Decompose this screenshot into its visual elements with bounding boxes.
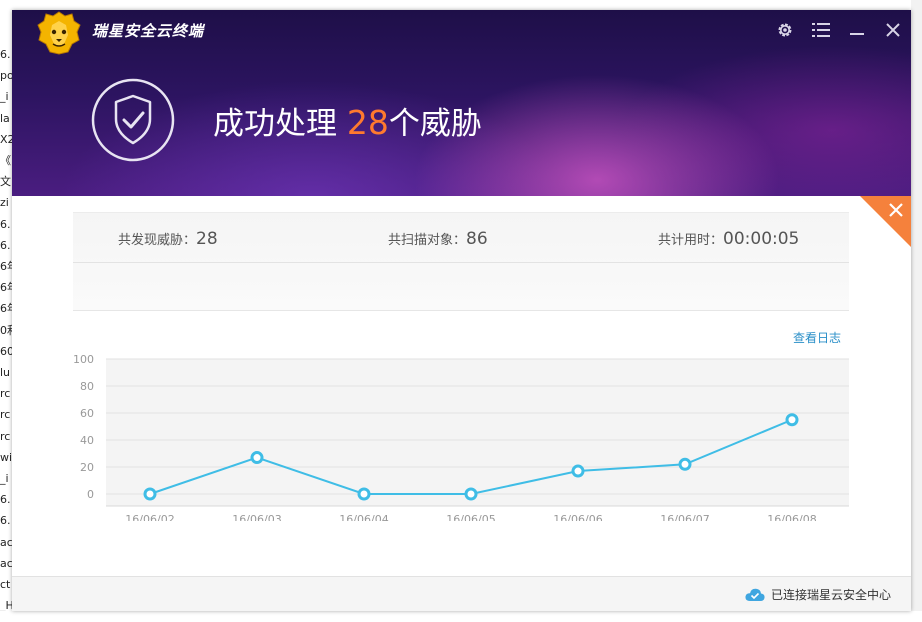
background-text-fragment: 6. [0,238,11,252]
background-text-fragment: zi [0,196,9,210]
background-text-fragment: lu [0,366,11,379]
data-point [785,413,799,427]
main-window: 瑞星安全云终端 成功处理 28个威胁 共发现威胁：28 共扫描对象：86 共计用… [12,10,911,611]
background-text-fragment: 《 [0,154,11,167]
menu-button[interactable] [809,18,833,42]
background-text-fragment: ac [0,556,13,570]
x-tick-label: 16/06/07 [660,513,709,521]
data-point [678,457,692,471]
stat-time-used: 共计用时：00:00:05 [658,229,799,249]
background-text-fragment: wi [0,450,13,464]
shield-check-icon [91,78,175,162]
x-tick-label: 16/06/02 [125,513,174,521]
threat-chart: 查看日志 0 20 40 60 80 100 16/06/02 16/06/03 16/06/0… [73,310,849,521]
gear-icon [778,23,792,37]
background-text-fragment: rc [0,408,11,422]
cloud-status: 已连接瑞星云安全中心 [745,586,891,603]
background-text-fragment: rc [0,387,11,401]
stat-time-label: 共计用时： [658,233,724,248]
view-log-link[interactable]: 查看日志 [793,329,841,346]
y-tick-label: 0 [87,488,94,501]
result-count: 28 [346,103,389,142]
stat-threats-value: 28 [196,229,218,249]
data-point [143,487,157,501]
background-text-fragment: 6. [0,514,11,528]
lion-head-icon [37,11,81,55]
stat-objects-label: 共扫描对象： [388,233,467,248]
x-tick-label: 16/06/06 [553,513,602,521]
stat-time-value: 00:00:05 [723,229,800,249]
x-tick-label: 16/06/04 [339,513,388,521]
x-tick-label: 16/06/03 [232,513,281,521]
app-title: 瑞星安全云终端 [92,22,205,40]
background-text-fragment: ct [0,578,11,591]
y-tick-label: 20 [80,461,94,474]
settings-button[interactable] [773,18,797,42]
result-prefix: 成功处理 [213,106,337,142]
y-tick-label: 100 [73,353,94,366]
background-text-fragment: 6. [0,48,11,61]
y-tick-label: 80 [80,380,94,393]
header-banner: 瑞星安全云终端 成功处理 28个威胁 [12,10,911,196]
status-footer: 已连接瑞星云安全中心 [12,576,911,611]
background-text-fragment: _i [0,472,9,485]
stat-objects-value: 86 [466,229,488,249]
stats-panel: 共发现威胁：28 共扫描对象：86 共计用时：00:00:05 [73,212,849,310]
data-point [464,487,478,501]
stats-row: 共发现威胁：28 共扫描对象：86 共计用时：00:00:05 [73,213,849,263]
result-title: 成功处理 28个威胁 [213,98,482,143]
background-text-fragment: 文 [0,175,11,189]
result-suffix: 个威胁 [388,106,482,142]
x-tick-label: 16/06/05 [446,513,495,521]
data-point [357,487,371,501]
close-button[interactable] [881,18,905,42]
data-point [250,451,264,465]
y-tick-label: 60 [80,407,94,420]
background-edge [911,0,922,622]
background-text-fragment: _i [0,90,9,104]
stat-threats-found: 共发现威胁：28 [118,229,218,249]
scan-result-content: 共发现威胁：28 共扫描对象：86 共计用时：00:00:05 查看日志 0 20… [12,196,911,576]
data-point [571,464,585,478]
list-menu-icon [812,23,830,37]
stat-threats-label: 共发现威胁： [118,233,197,248]
background-edge-bottom [0,611,922,622]
y-tick-label: 40 [80,434,94,447]
corner-close-button[interactable] [860,196,911,247]
close-icon [886,23,900,37]
background-text-fragment: 6. [0,217,11,231]
background-text-fragment: la [0,111,10,125]
background-text-fragment: ac [0,535,13,549]
threat-chart-svg: 0 20 40 60 80 100 16/06/02 16/06/03 16/06/04 16/0… [73,353,849,521]
background-text-fragment: rc [0,429,11,443]
stat-objects-scanned: 共扫描对象：86 [388,229,488,249]
x-tick-label: 16/06/08 [767,513,816,521]
background-text-fragment: 6. [0,493,11,507]
cloud-check-icon [745,588,765,601]
minimize-icon [850,33,864,35]
minimize-button[interactable] [845,18,869,42]
cloud-status-text: 已连接瑞星云安全中心 [771,588,892,602]
plot-background [106,359,849,506]
